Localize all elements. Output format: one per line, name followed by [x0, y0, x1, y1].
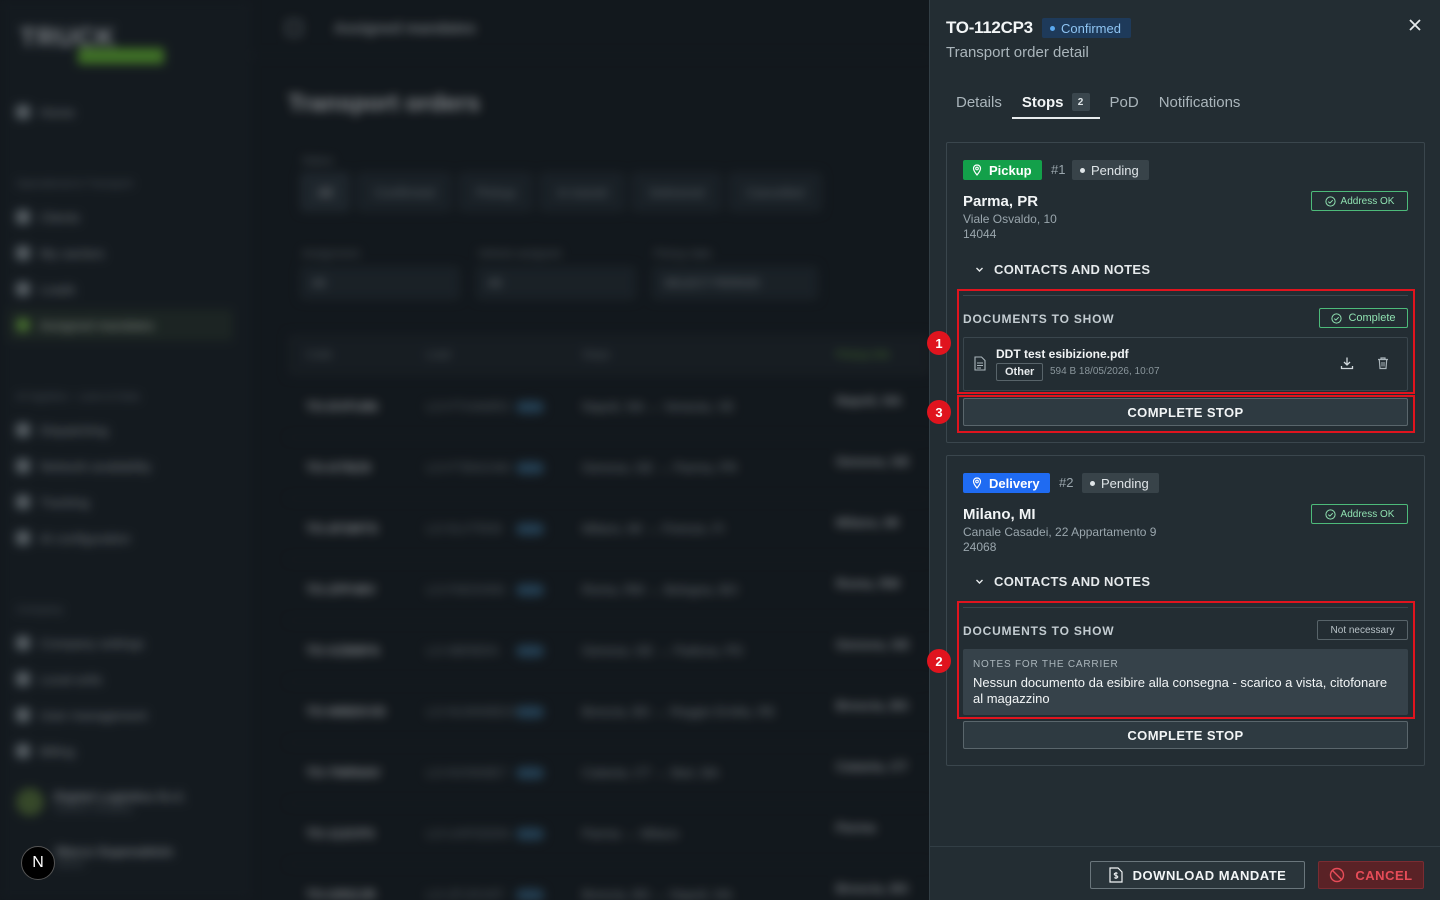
tab-pod[interactable]: PoD: [1100, 86, 1149, 119]
drawer-subtitle: Transport order detail: [946, 44, 1089, 61]
stop-type-badge: Delivery: [963, 473, 1050, 493]
stop-city: Parma, PR: [963, 193, 1039, 210]
download-mandate-button[interactable]: DOWNLOAD MANDATE: [1090, 861, 1305, 889]
complete-stop-button[interactable]: COMPLETE STOP: [963, 721, 1408, 749]
stop-status-badge: Pending: [1072, 160, 1149, 180]
document-dollar-icon: [1109, 867, 1123, 883]
modal-backdrop[interactable]: [0, 0, 930, 900]
drawer-tabs: Details Stops 2 PoD Notifications: [946, 86, 1250, 120]
ban-icon: [1330, 867, 1345, 883]
stop-status-badge: Pending: [1082, 473, 1159, 493]
annotation-marker-1: 1: [927, 331, 951, 355]
contacts-notes-toggle[interactable]: CONTACTS AND NOTES: [975, 574, 1150, 589]
annotation-marker-3: 3: [927, 400, 951, 424]
annotation-marker-2: 2: [927, 649, 951, 673]
stop-type-badge: Pickup: [963, 160, 1042, 180]
drawer-footer: DOWNLOAD MANDATE CANCEL: [930, 846, 1440, 900]
address-ok-badge: Address OK: [1311, 504, 1408, 524]
location-pin-icon: [972, 477, 982, 489]
chevron-down-icon: [976, 267, 983, 272]
stop-zip: 24068: [963, 540, 997, 554]
chevron-down-icon: [976, 579, 983, 584]
tab-details[interactable]: Details: [946, 86, 1012, 119]
highlight-box-complete-pickup: [957, 395, 1415, 433]
stop-street: Viale Osvaldo, 10: [963, 212, 1057, 226]
highlight-box-docs-delivery: [957, 601, 1415, 719]
stop-street: Canale Casadei, 22 Appartamento 9: [963, 525, 1157, 539]
stops-count-badge: 2: [1071, 93, 1090, 111]
stop-zip: 14044: [963, 227, 997, 241]
tab-notifications[interactable]: Notifications: [1149, 86, 1251, 119]
order-detail-drawer: TO-112CP3 Confirmed Transport order deta…: [927, 0, 1440, 900]
check-circle-icon: [1324, 195, 1336, 207]
stop-sequence: #2: [1059, 475, 1074, 490]
contacts-notes-toggle[interactable]: CONTACTS AND NOTES: [975, 262, 1150, 277]
status-dot-icon: [1080, 167, 1085, 173]
order-code: TO-112CP3: [946, 18, 1033, 37]
stop-city: Milano, MI: [963, 506, 1036, 523]
status-dot-icon: [1050, 25, 1055, 31]
close-button[interactable]: [1404, 14, 1426, 36]
tab-stops[interactable]: Stops 2: [1011, 86, 1100, 119]
stop-sequence: #1: [1051, 162, 1066, 177]
status-dot-icon: [1090, 480, 1095, 486]
order-status-badge: Confirmed: [1042, 18, 1131, 38]
devtools-badge[interactable]: N: [21, 846, 55, 880]
check-circle-icon: [1324, 508, 1336, 520]
close-icon: [1409, 19, 1421, 31]
address-ok-badge: Address OK: [1311, 191, 1408, 211]
location-pin-icon: [972, 164, 982, 176]
cancel-order-button[interactable]: CANCEL: [1318, 861, 1424, 889]
highlight-box-docs-pickup: [957, 289, 1415, 394]
